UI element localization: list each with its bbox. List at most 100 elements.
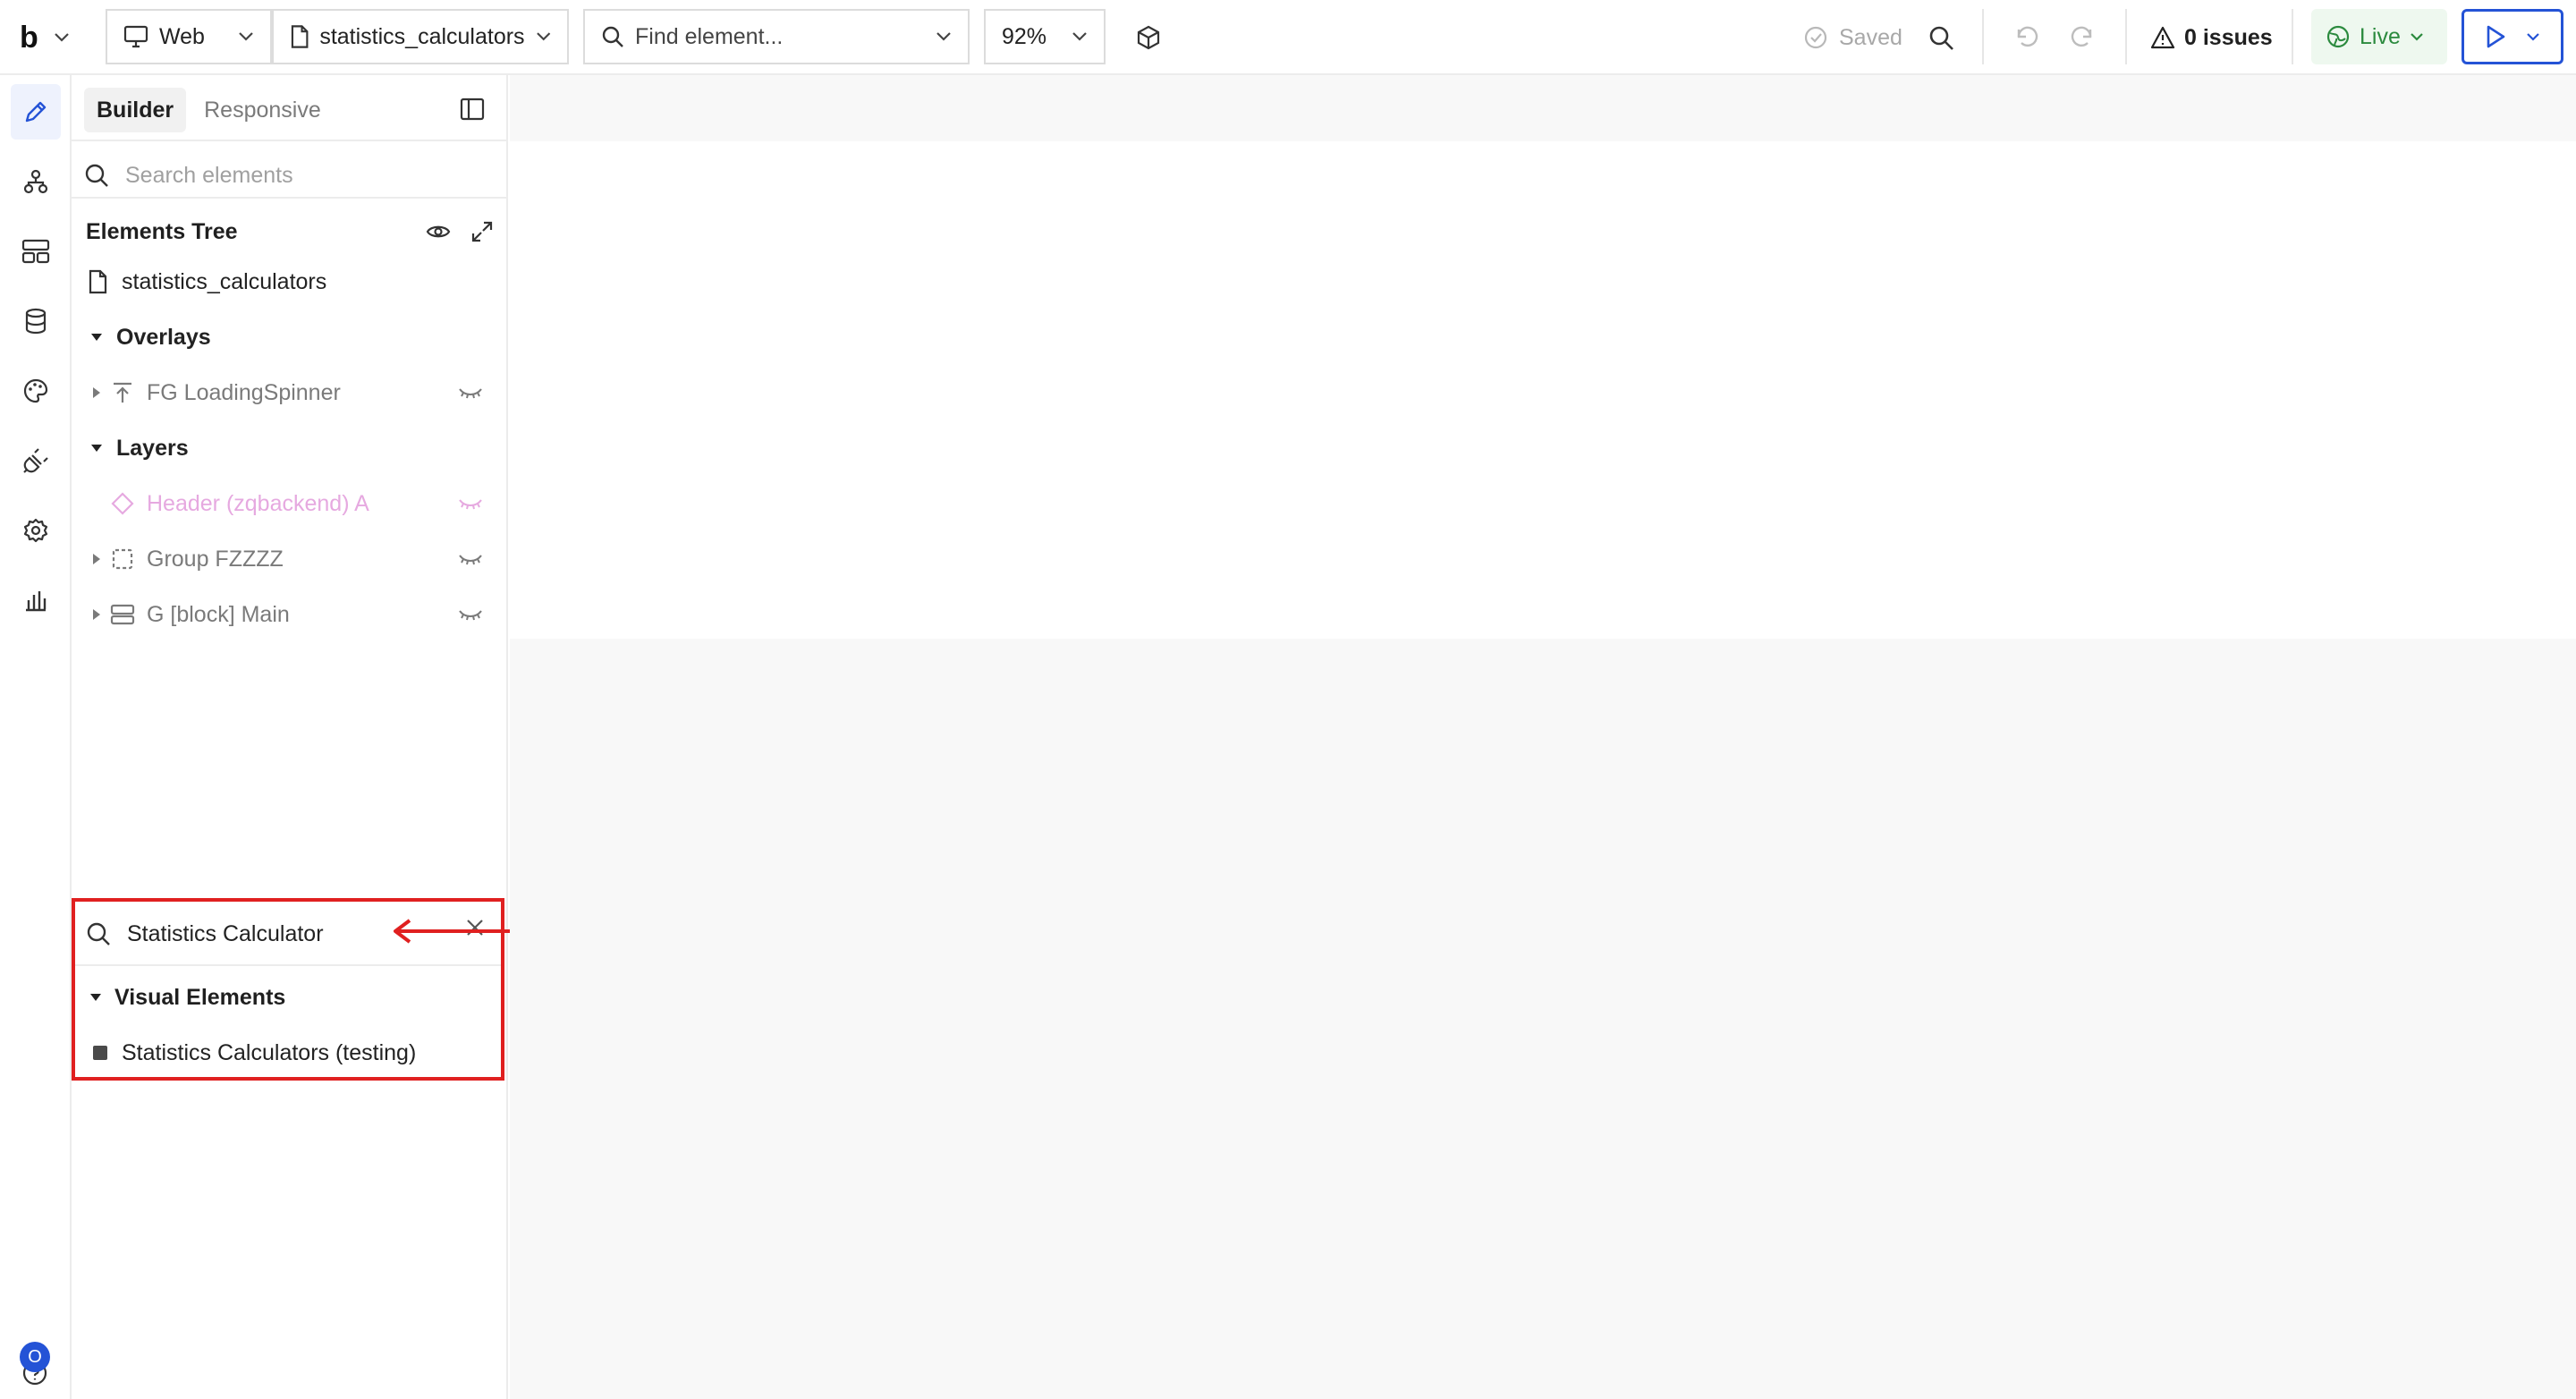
expand-tree-button[interactable]: [470, 220, 494, 243]
app-menu[interactable]: b: [20, 18, 70, 57]
globe-icon: [2326, 25, 2350, 48]
tree-section-layers[interactable]: Layers: [84, 424, 496, 472]
overlays-label: Overlays: [116, 324, 211, 350]
result-search-input[interactable]: [127, 920, 422, 947]
floating-group-icon: [109, 381, 136, 404]
components-icon: [21, 239, 50, 264]
elements-tree-title: Elements Tree: [86, 218, 238, 244]
element-square-icon: [93, 1046, 107, 1060]
live-label: Live: [2360, 23, 2401, 49]
file-icon: [291, 25, 309, 48]
result-item[interactable]: Statistics Calculators (testing): [93, 1030, 416, 1075]
chevron-down-icon: [2411, 33, 2423, 41]
global-search-button[interactable]: [1919, 16, 1962, 59]
rail-settings[interactable]: [11, 503, 61, 558]
result-section-label: Visual Elements: [114, 984, 286, 1010]
tree-item-main-block[interactable]: G [block] Main: [84, 590, 496, 639]
rail-logs[interactable]: [11, 572, 61, 628]
hidden-eye-icon[interactable]: [458, 553, 483, 565]
toolbar-divider: [2125, 9, 2127, 64]
chevron-down-icon: [1072, 32, 1087, 41]
issues-label: 0 issues: [2184, 24, 2273, 50]
save-status: Saved: [1803, 18, 1902, 57]
page-frame[interactable]: [510, 141, 2576, 639]
divider: [72, 140, 508, 141]
panel-tabs: Builder Responsive: [84, 88, 334, 132]
rail-builder[interactable]: [11, 84, 61, 140]
rail-plugins[interactable]: [11, 433, 61, 488]
live-environment-selector[interactable]: Live: [2311, 9, 2447, 64]
result-section-visual-elements[interactable]: Visual Elements: [89, 975, 285, 1020]
tree-item-label: G [block] Main: [147, 601, 290, 627]
elements-panel: Builder Responsive Elements Tree statist…: [72, 75, 508, 1399]
search-icon: [602, 26, 623, 47]
redo-icon: [2071, 26, 2092, 47]
tab-responsive[interactable]: Responsive: [191, 88, 334, 132]
eye-icon: [426, 225, 451, 238]
result-item-label: Statistics Calculators (testing): [122, 1039, 417, 1065]
page-selector[interactable]: statistics_calculators: [272, 9, 569, 64]
app-logo: b: [20, 20, 38, 55]
chevron-down-icon: [239, 32, 253, 41]
zoom-selector[interactable]: 92%: [984, 9, 1106, 64]
search-elements-bar: [84, 148, 496, 202]
collapse-panel-button[interactable]: [451, 88, 494, 131]
caret-down-icon: [90, 994, 101, 1001]
chevron-down-icon: [536, 32, 550, 41]
database-icon: [25, 308, 47, 335]
monitor-icon: [123, 25, 148, 48]
search-elements-input[interactable]: [125, 162, 465, 189]
hidden-eye-icon[interactable]: [458, 497, 483, 510]
tree-item-header[interactable]: Header (zqbackend) A: [84, 479, 496, 528]
hidden-eye-icon[interactable]: [458, 386, 483, 399]
tree-item-label: FG LoadingSpinner: [147, 379, 341, 405]
file-icon: [84, 269, 111, 294]
tree-item-loading-spinner[interactable]: FG LoadingSpinner: [84, 369, 496, 417]
tab-builder[interactable]: Builder: [84, 88, 187, 132]
search-icon: [85, 164, 108, 187]
issues-button[interactable]: 0 issues: [2150, 18, 2273, 57]
caret-down-icon: [84, 333, 109, 342]
caret-right-icon: [84, 386, 109, 399]
3d-view-button[interactable]: [1127, 16, 1170, 59]
find-element-placeholder: Find element...: [635, 23, 784, 49]
tree-item-label: Header (zqbackend) A: [147, 490, 369, 516]
toolbar-divider: [2292, 9, 2293, 64]
device-label: Web: [159, 23, 205, 49]
tree-section-overlays[interactable]: Overlays: [84, 313, 496, 361]
undo-button[interactable]: [2004, 16, 2046, 59]
reusable-element-icon: [109, 492, 136, 515]
zoom-label: 92%: [1002, 23, 1047, 49]
rail-reusable-elements[interactable]: [11, 224, 61, 279]
device-selector[interactable]: Web: [106, 9, 272, 64]
pencil-icon: [25, 101, 47, 123]
caret-down-icon: [84, 444, 109, 453]
elements-tree-header: Elements Tree: [86, 209, 494, 254]
chevron-down-icon: [936, 32, 951, 41]
hidden-eye-icon[interactable]: [458, 608, 483, 621]
toolbar-divider: [1982, 9, 1984, 64]
user-avatar[interactable]: O: [20, 1342, 50, 1372]
tree-page-label: statistics_calculators: [122, 268, 327, 294]
preview-run-button[interactable]: [2462, 9, 2563, 64]
bar-chart-icon: [26, 591, 47, 612]
tree-page-item[interactable]: statistics_calculators: [84, 258, 496, 306]
sidebar-icon: [460, 98, 485, 121]
warning-triangle-icon: [2150, 26, 2175, 49]
rail-data[interactable]: [11, 293, 61, 349]
play-icon: [2487, 25, 2505, 48]
rail-styles[interactable]: [11, 363, 61, 419]
redo-button[interactable]: [2063, 16, 2106, 59]
rail-workflows[interactable]: [11, 154, 61, 209]
caret-right-icon: [84, 608, 109, 621]
layers-label: Layers: [116, 435, 189, 461]
chevron-down-icon: [55, 33, 69, 42]
gear-icon: [23, 518, 48, 543]
chevron-down-icon: [2527, 33, 2539, 41]
design-canvas[interactable]: [510, 75, 2576, 1399]
block-group-icon: [109, 604, 136, 625]
toggle-visibility-button[interactable]: [426, 223, 451, 241]
caret-right-icon: [84, 553, 109, 565]
find-element-field[interactable]: Find element...: [583, 9, 970, 64]
tree-item-group[interactable]: Group FZZZZ: [84, 535, 496, 583]
